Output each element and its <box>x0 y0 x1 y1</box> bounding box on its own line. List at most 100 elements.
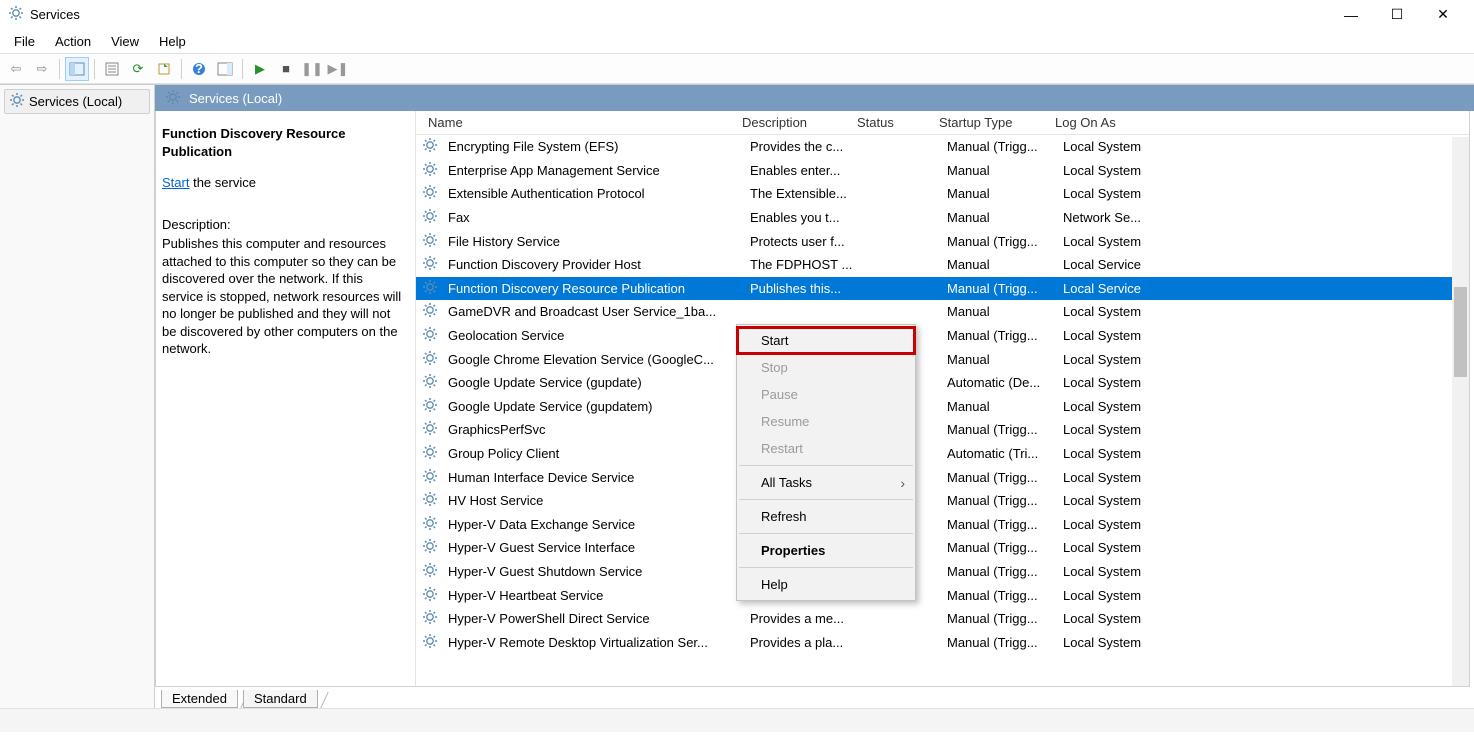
start-link[interactable]: Start <box>162 175 189 190</box>
service-row[interactable]: Hyper-V Guest Shutdown ServiceManual (Tr… <box>416 560 1469 584</box>
service-row[interactable]: Hyper-V Heartbeat ServiceMonitors the ..… <box>416 583 1469 607</box>
service-row[interactable]: Geolocation ServicegManual (Trigg...Loca… <box>416 324 1469 348</box>
col-logon[interactable]: Log On As <box>1049 113 1169 132</box>
tab-standard[interactable]: Standard <box>243 690 318 708</box>
service-logon: Local System <box>1057 633 1177 652</box>
maximize-button[interactable]: ☐ <box>1374 0 1420 30</box>
service-row[interactable]: Human Interface Device ServiceManual (Tr… <box>416 465 1469 489</box>
show-hide-action-button[interactable] <box>213 57 237 81</box>
service-row[interactable]: Google Update Service (gupdate)Automatic… <box>416 371 1469 395</box>
service-desc: The Extensible... <box>744 184 859 203</box>
gear-icon <box>422 255 438 274</box>
service-row[interactable]: HV Host Service Manual (Trigg...Local Sys… <box>416 489 1469 513</box>
service-logon: Local System <box>1057 137 1177 156</box>
service-row[interactable]: Encrypting File System (EFS)Provides the… <box>416 135 1469 159</box>
service-desc: Provides a pla... <box>744 633 859 652</box>
close-button[interactable]: ✕ <box>1420 0 1466 30</box>
minimize-button[interactable]: — <box>1328 0 1374 30</box>
properties-button[interactable] <box>100 57 124 81</box>
service-row[interactable]: Enterprise App Management ServiceEnables… <box>416 159 1469 183</box>
service-logon: Local System <box>1057 444 1177 463</box>
service-startup: Manual (Trigg... <box>941 137 1057 156</box>
service-row[interactable]: Group Policy ClientgAutomatic (Tri...Loc… <box>416 442 1469 466</box>
service-row[interactable]: Hyper-V PowerShell Direct ServiceProvide… <box>416 607 1469 631</box>
service-row[interactable]: GameDVR and Broadcast User Service_1ba..… <box>416 300 1469 324</box>
service-startup: Manual (Trigg... <box>941 420 1057 439</box>
service-list: Name Description Status Startup Type Log… <box>416 111 1469 686</box>
service-logon: Local System <box>1057 491 1177 510</box>
service-row[interactable]: Function Discovery Resource PublicationP… <box>416 277 1469 301</box>
gear-icon <box>422 609 438 628</box>
service-row[interactable]: Google Chrome Elevation Service (GoogleC… <box>416 347 1469 371</box>
description-heading: Description: <box>162 216 405 234</box>
service-desc: Provides a me... <box>744 609 859 628</box>
export-button[interactable] <box>152 57 176 81</box>
service-row[interactable]: Extensible Authentication ProtocolThe Ex… <box>416 182 1469 206</box>
service-row[interactable]: GraphicsPerfSvcManual (Trigg...Local Sys… <box>416 418 1469 442</box>
stop-service-button[interactable]: ■ <box>274 57 298 81</box>
description-body: Publishes this computer and resources at… <box>162 235 405 358</box>
ctx-start[interactable]: Start <box>737 327 915 354</box>
service-startup: Manual <box>941 350 1057 369</box>
service-startup: Manual (Trigg... <box>941 538 1057 557</box>
service-row[interactable]: Function Discovery Provider HostThe FDPH… <box>416 253 1469 277</box>
col-startup[interactable]: Startup Type <box>933 113 1049 132</box>
service-startup: Manual (Trigg... <box>941 491 1057 510</box>
service-startup: Manual <box>941 397 1057 416</box>
col-status[interactable]: Status <box>851 113 933 132</box>
service-row[interactable]: Hyper-V Remote Desktop Virtualization Se… <box>416 630 1469 654</box>
gear-icon <box>422 184 438 203</box>
service-row[interactable]: FaxEnables you t...ManualNetwork Se... <box>416 206 1469 230</box>
pause-service-button[interactable]: ❚❚ <box>300 57 324 81</box>
tab-extended[interactable]: Extended <box>161 690 238 708</box>
menu-file[interactable]: File <box>4 32 45 51</box>
service-logon: Local System <box>1057 562 1177 581</box>
menu-help[interactable]: Help <box>149 32 196 51</box>
service-startup: Manual <box>941 302 1057 321</box>
service-status <box>859 239 941 243</box>
menu-view[interactable]: View <box>101 32 149 51</box>
start-suffix: the service <box>189 175 255 190</box>
ctx-properties[interactable]: Properties <box>737 537 915 564</box>
selected-service-title: Function Discovery Resource Publication <box>162 125 405 160</box>
service-desc: Enables enter... <box>744 161 859 180</box>
service-name: HV Host Service <box>442 491 744 510</box>
restart-service-button[interactable]: ▶❚ <box>326 57 350 81</box>
ctx-help[interactable]: Help <box>737 571 915 598</box>
service-logon: Local System <box>1057 515 1177 534</box>
refresh-button[interactable]: ⟳ <box>126 57 150 81</box>
start-service-button[interactable]: ▶ <box>248 57 272 81</box>
col-name[interactable]: Name <box>416 113 736 132</box>
service-logon: Local System <box>1057 397 1177 416</box>
service-startup: Manual (Trigg... <box>941 326 1057 345</box>
ctx-all-tasks[interactable]: All Tasks <box>737 469 915 496</box>
service-row[interactable]: File History ServiceProtects user f...Ma… <box>416 229 1469 253</box>
window-title: Services <box>30 7 1328 22</box>
ctx-refresh[interactable]: Refresh <box>737 503 915 530</box>
help-button[interactable]: ? <box>187 57 211 81</box>
forward-button[interactable]: ⇨ <box>30 57 54 81</box>
service-name: Enterprise App Management Service <box>442 161 744 180</box>
service-status <box>859 192 941 196</box>
service-name: GameDVR and Broadcast User Service_1ba..… <box>442 302 744 321</box>
gear-icon <box>422 586 438 605</box>
service-status <box>859 310 941 314</box>
ctx-pause: Pause <box>737 381 915 408</box>
list-header: Name Description Status Startup Type Log… <box>416 111 1469 135</box>
back-button[interactable]: ⇦ <box>4 57 28 81</box>
col-description[interactable]: Description <box>736 113 851 132</box>
menu-action[interactable]: Action <box>45 32 101 51</box>
service-name: Group Policy Client <box>442 444 744 463</box>
tree-root[interactable]: Services (Local) <box>4 89 150 114</box>
service-logon: Local System <box>1057 326 1177 345</box>
service-name: Hyper-V Guest Shutdown Service <box>442 562 744 581</box>
service-row[interactable]: Google Update Service (gupdatem)ManualLo… <box>416 395 1469 419</box>
show-hide-tree-button[interactable] <box>65 57 89 81</box>
service-row[interactable]: Hyper-V Data Exchange ServiceManual (Tri… <box>416 513 1469 537</box>
menu-bar: File Action View Help <box>0 30 1474 54</box>
service-row[interactable]: Hyper-V Guest Service InterfaceManual (T… <box>416 536 1469 560</box>
gear-icon <box>422 538 438 557</box>
scroll-thumb[interactable] <box>1454 287 1467 377</box>
vertical-scrollbar[interactable] <box>1452 137 1469 686</box>
title-bar: Services — ☐ ✕ <box>0 0 1474 30</box>
